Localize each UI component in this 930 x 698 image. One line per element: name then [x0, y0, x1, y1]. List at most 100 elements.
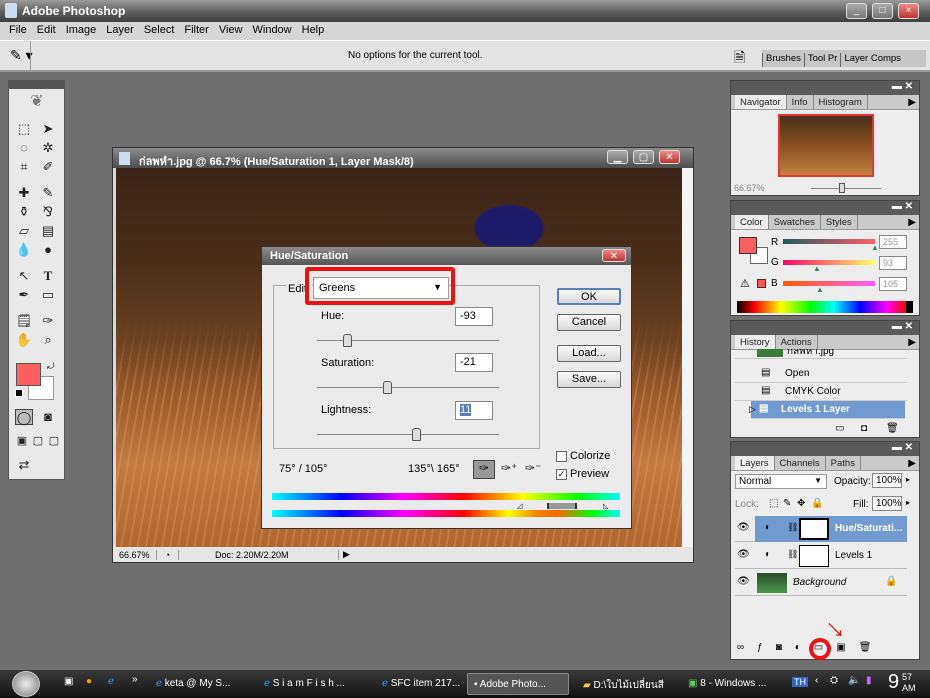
restore-button[interactable]: □ — [872, 3, 893, 19]
taskbar-item[interactable]: ▣ 8 - Windows ... — [682, 673, 782, 695]
new-snapshot-icon[interactable]: ◘ — [861, 423, 867, 434]
taskbar-item[interactable]: ▰ D:\ใบไม้เปลี่ยนสี — [577, 673, 677, 695]
history-brush-tool-icon[interactable]: ⅋ — [39, 204, 57, 220]
blend-mode-dropdown[interactable]: Normal ▼ — [735, 474, 827, 489]
history-brush-source-icon[interactable]: ▷ — [749, 404, 756, 415]
layer-thumbnail[interactable] — [757, 573, 787, 593]
history-item-selected[interactable]: ▤ Levels 1 Layer — [751, 401, 905, 419]
preview-label[interactable]: Preview — [570, 468, 609, 480]
document-zoom[interactable]: 66.67% — [113, 549, 157, 560]
navigator-zoom-slider[interactable] — [811, 188, 881, 189]
full-screen-mode-icon[interactable]: ▢ — [45, 433, 63, 449]
crop-tool-icon[interactable]: ⌗ — [15, 159, 33, 175]
quick-launch-more-icon[interactable]: » — [132, 674, 138, 685]
default-colors-icon[interactable] — [15, 389, 23, 397]
doc-maximize-button[interactable]: ▢ — [633, 150, 654, 164]
foreground-color-swatch[interactable] — [739, 237, 757, 254]
fill-input[interactable]: 100% — [872, 496, 902, 511]
panel-header[interactable]: ▬ ✕ — [731, 442, 919, 456]
magic-wand-tool-icon[interactable]: ✲ — [39, 140, 57, 156]
status-arrow-icon[interactable]: ▶ — [339, 549, 350, 560]
foreground-color-swatch[interactable] — [16, 363, 41, 386]
cancel-button[interactable]: Cancel — [557, 314, 621, 331]
layer-mask-thumbnail[interactable] — [799, 545, 829, 567]
toolbox-header[interactable] — [9, 81, 64, 89]
visibility-eye-icon[interactable]: 👁 — [737, 549, 750, 560]
layer-row-levels[interactable]: 👁 ◐ ⛓ Levels 1 — [735, 543, 907, 569]
panel-menu-icon[interactable]: ▶ — [908, 458, 916, 469]
type-tool-icon[interactable]: T — [39, 268, 57, 284]
taskbar-item[interactable]: ℯ S i a m F i s h ... — [258, 673, 368, 695]
gamut-warning-icon[interactable]: ⚠ — [740, 277, 750, 290]
hand-tool-icon[interactable]: ✋ — [15, 332, 33, 348]
layer-mask-thumbnail[interactable] — [799, 518, 829, 540]
well-tab-layer-comps[interactable]: Layer Comps — [840, 53, 904, 67]
load-button[interactable]: Load... — [557, 345, 621, 362]
tab-info[interactable]: Info — [787, 95, 814, 109]
b-value-input[interactable]: 105 — [879, 277, 907, 291]
hue-input[interactable]: -93 — [455, 307, 493, 326]
new-adjustment-layer-icon[interactable]: ◐ — [795, 642, 801, 659]
tab-swatches[interactable]: Swatches — [769, 215, 821, 229]
shape-tool-icon[interactable]: ▭ — [39, 287, 57, 303]
taskbar-item[interactable]: ℯ SFC item 217... — [376, 673, 464, 695]
language-indicator[interactable]: TH — [792, 677, 808, 687]
panel-header[interactable]: ▬ ✕ — [731, 321, 919, 335]
eraser-tool-icon[interactable]: ▱ — [15, 223, 33, 239]
quick-mask-mode-icon[interactable]: ◙ — [39, 409, 57, 425]
visibility-eye-icon[interactable]: 👁 — [737, 576, 750, 587]
lightness-slider-track[interactable] — [317, 434, 499, 435]
panel-header[interactable]: ▬ ✕ — [731, 81, 919, 95]
tab-histogram[interactable]: Histogram — [814, 95, 868, 109]
delete-layer-icon[interactable]: 🗑 — [859, 642, 872, 659]
trash-icon[interactable]: 🗑 — [886, 423, 899, 434]
tray-network-icon[interactable]: ⛭ — [830, 675, 838, 686]
minimize-button[interactable]: _ — [846, 3, 867, 19]
panel-menu-icon[interactable]: ▶ — [908, 337, 916, 348]
eyedropper-minus-icon[interactable]: ✑⁻ — [525, 461, 541, 475]
standard-mode-icon[interactable]: ◯ — [15, 409, 33, 425]
clock-hour[interactable]: 9 — [888, 671, 899, 694]
mask-link-icon[interactable]: ⛓ — [787, 522, 798, 533]
range-slider[interactable]: ◿ ◺ — [517, 502, 609, 510]
navigator-zoom-thumb[interactable] — [839, 183, 845, 193]
g-slider-thumb[interactable]: ▲ — [813, 264, 821, 273]
layer-row-background[interactable]: 👁 Background 🔒 — [735, 570, 907, 596]
tab-paths[interactable]: Paths — [826, 456, 861, 470]
well-tab-brushes[interactable]: Brushes — [762, 53, 804, 67]
r-slider-thumb[interactable]: ▲ — [871, 243, 879, 252]
mask-link-icon[interactable]: ⛓ — [787, 549, 798, 560]
preview-checkbox[interactable]: ✓ — [556, 469, 567, 480]
quick-launch-clock-icon[interactable]: ● — [86, 676, 92, 687]
well-tab-tool-presets[interactable]: Tool Pr — [803, 53, 841, 67]
blur-tool-icon[interactable]: 💧 — [15, 242, 33, 258]
menu-select[interactable]: Select — [139, 22, 180, 40]
dialog-close-button[interactable]: ✕ — [602, 249, 626, 262]
range-center-bar[interactable] — [547, 503, 577, 509]
visibility-eye-icon[interactable]: 👁 — [737, 522, 750, 533]
hue-slider-thumb[interactable] — [343, 334, 352, 347]
lock-transparent-icon[interactable]: ⬚ — [769, 498, 778, 509]
start-button[interactable] — [12, 671, 40, 697]
menu-window[interactable]: Window — [248, 22, 297, 40]
path-selection-tool-icon[interactable]: ↖ — [15, 268, 33, 284]
pen-tool-icon[interactable]: ✒ — [15, 287, 33, 303]
lock-position-icon[interactable]: ✥ — [797, 498, 805, 509]
marquee-tool-icon[interactable]: ⬚ — [15, 121, 33, 137]
history-snapshot[interactable]: ก่ลพหำ.jpg — [735, 349, 907, 359]
menu-view[interactable]: View — [214, 22, 248, 40]
menu-layer[interactable]: Layer — [101, 22, 139, 40]
move-tool-icon[interactable]: ➤ — [39, 121, 57, 137]
g-value-input[interactable]: 93 — [879, 256, 907, 270]
tray-expand-icon[interactable]: ‹ — [815, 675, 818, 686]
file-browser-icon[interactable]: 🗎 — [734, 47, 745, 71]
eyedropper-tool-icon[interactable]: ✑ — [39, 313, 57, 329]
lightness-input[interactable]: 11 — [455, 401, 493, 420]
tab-navigator[interactable]: Navigator — [735, 95, 787, 109]
swap-colors-icon[interactable]: ⤾ — [47, 361, 55, 372]
new-document-from-state-icon[interactable]: ▭ — [835, 423, 844, 434]
tab-history[interactable]: History — [735, 335, 776, 349]
eyedropper-icon[interactable]: ✑ — [473, 460, 495, 479]
r-value-input[interactable]: 255 — [879, 235, 907, 249]
vertical-scrollbar[interactable] — [682, 168, 693, 547]
